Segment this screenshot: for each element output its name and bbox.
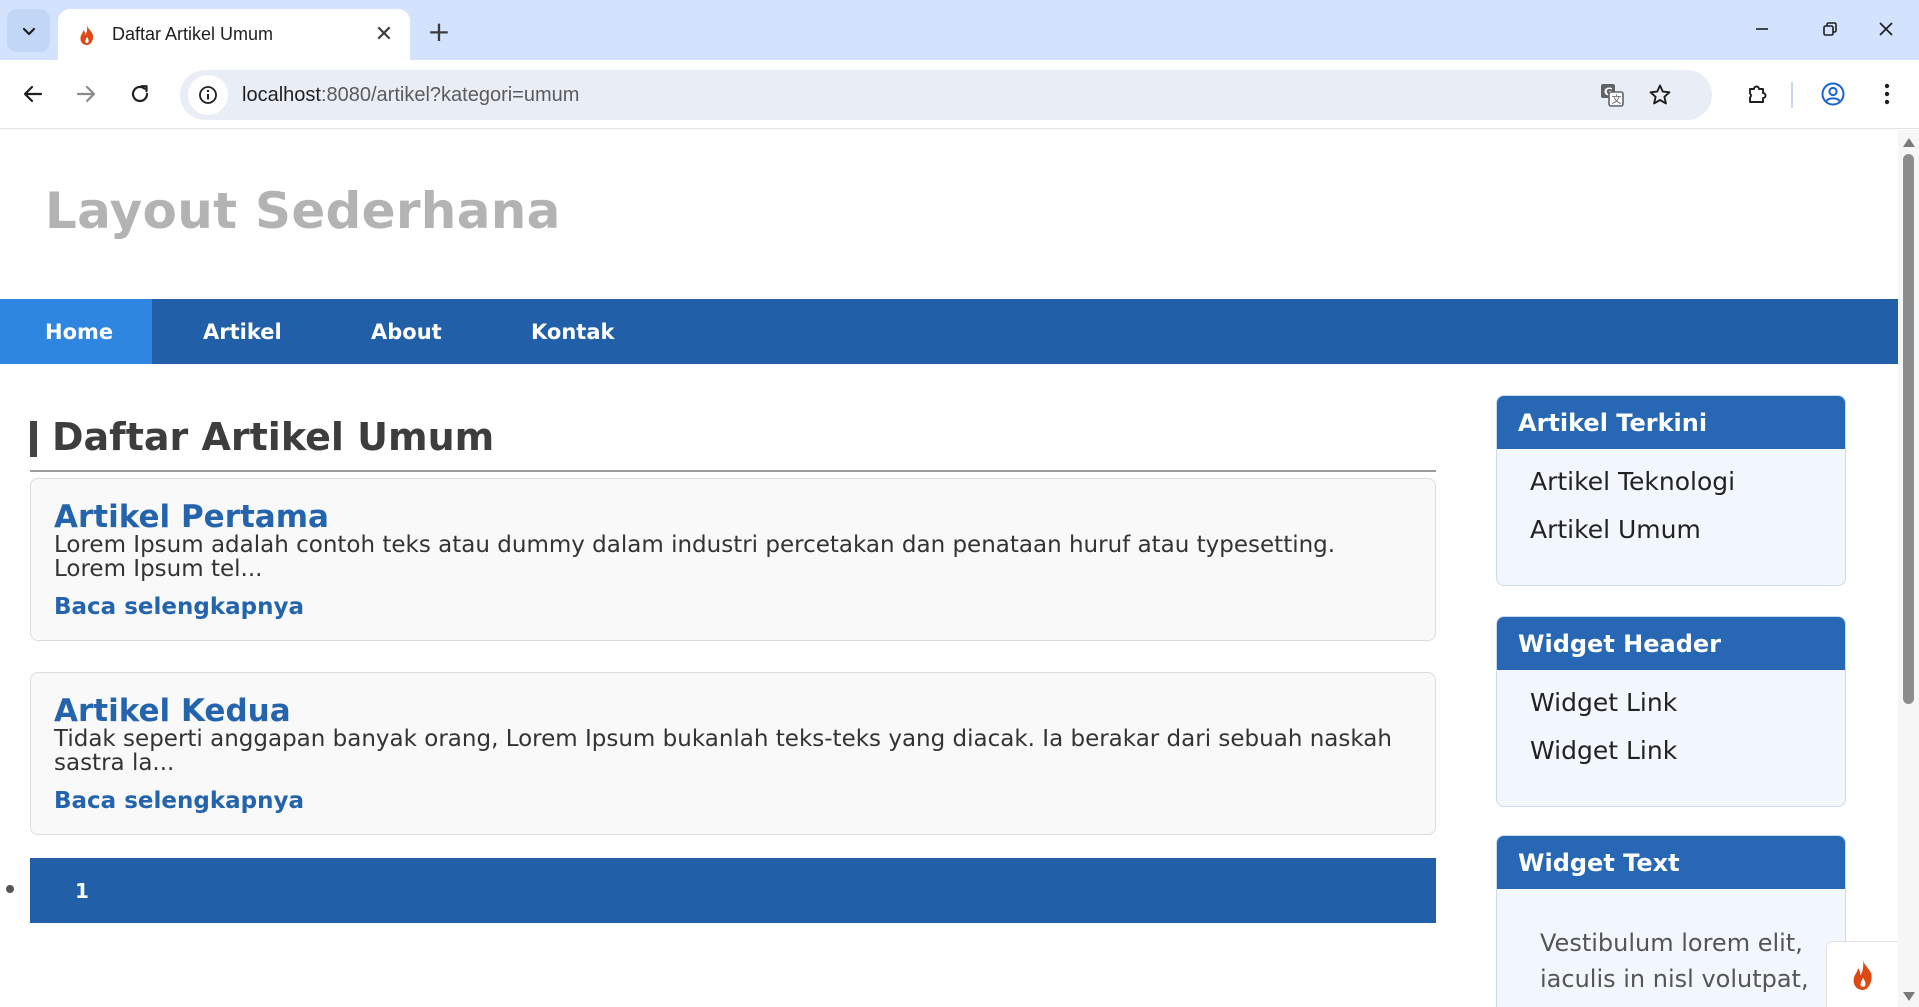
back-button[interactable] <box>13 74 53 114</box>
widget-link[interactable]: Widget Link <box>1497 678 1845 726</box>
pagination-page-1[interactable]: 1 <box>75 858 89 923</box>
forward-button[interactable] <box>66 74 106 114</box>
widget-link[interactable]: Artikel Teknologi <box>1497 457 1845 505</box>
arrow-right-icon <box>76 85 96 103</box>
bookmark-star-button[interactable] <box>1640 75 1680 115</box>
reload-icon <box>131 85 149 103</box>
extensions-button[interactable] <box>1738 74 1778 114</box>
close-window-button[interactable] <box>1858 8 1914 50</box>
scroll-down-arrow-icon[interactable] <box>1903 992 1915 1001</box>
restore-button[interactable] <box>1802 8 1858 50</box>
main-navigation: Home Artikel About Kontak <box>0 299 1898 364</box>
reload-button[interactable] <box>120 74 160 114</box>
url-host: localhost <box>242 83 321 106</box>
browser-tab-active[interactable]: Daftar Artikel Umum ✕ <box>58 9 410 60</box>
heading-divider <box>30 470 1436 472</box>
puzzle-icon <box>1749 85 1767 103</box>
translate-button[interactable]: G文 <box>1592 75 1632 115</box>
widget-header: Widget Header Widget Link Widget Link <box>1496 616 1846 807</box>
article-card: Artikel Kedua Tidak seperti anggapan ban… <box>30 672 1436 835</box>
browser-toolbar: localhost:8080/artikel?kategori=umum G文 <box>0 60 1919 129</box>
tab-title: Daftar Artikel Umum <box>112 24 274 44</box>
chevron-down-icon <box>22 27 35 35</box>
widget-title: Artikel Terkini <box>1497 396 1845 449</box>
tab-close-icon[interactable]: ✕ <box>372 22 396 47</box>
widget-text-body: Vestibulum lorem elit, iaculis in nisl v… <box>1540 929 1809 993</box>
translate-icon: G文 <box>1601 84 1624 107</box>
article-excerpt: Lorem Ipsum adalah contoh teks atau dumm… <box>54 532 1336 582</box>
article-title[interactable]: Artikel Kedua <box>54 693 291 729</box>
tab-search-button[interactable] <box>7 9 50 52</box>
widget-title: Widget Text <box>1497 836 1845 889</box>
widget-artikel-terkini: Artikel Terkini Artikel Teknologi Artike… <box>1496 395 1846 586</box>
widget-title: Widget Header <box>1497 617 1845 670</box>
nav-item-home[interactable]: Home <box>0 299 152 364</box>
read-more-link[interactable]: Baca selengkapnya <box>54 788 304 814</box>
scrollbar-thumb[interactable] <box>1903 154 1914 704</box>
debug-toolbar-badge[interactable] <box>1826 941 1898 1007</box>
pagination-bar: 1 <box>30 858 1436 923</box>
url-path: :8080/artikel?kategori=umum <box>320 83 580 106</box>
heading-accent-bar <box>30 421 37 457</box>
flame-favicon-icon <box>76 24 98 46</box>
scroll-up-arrow-icon[interactable] <box>1903 138 1915 147</box>
url-text[interactable]: localhost:8080/artikel?kategori=umum <box>242 84 579 107</box>
restore-icon <box>1823 22 1837 36</box>
profile-button[interactable] <box>1813 74 1853 114</box>
widget-text: Widget Text Vestibulum lorem elit, iacul… <box>1496 835 1846 1007</box>
flame-icon <box>1853 959 1872 990</box>
more-vertical-icon <box>1884 83 1890 105</box>
browser-menu-button[interactable] <box>1867 74 1907 114</box>
minimize-icon <box>1756 28 1768 30</box>
toolbar-separator <box>1791 82 1793 108</box>
arrow-left-icon <box>23 85 43 103</box>
page-viewport: Layout Sederhana Home Artikel About Kont… <box>0 130 1898 1007</box>
star-icon <box>1649 84 1671 105</box>
read-more-link[interactable]: Baca selengkapnya <box>54 594 304 620</box>
page-scrollbar[interactable] <box>1898 130 1919 1007</box>
list-bullet <box>6 885 14 893</box>
info-icon <box>199 86 217 104</box>
browser-tabstrip: Daftar Artikel Umum ✕ + <box>0 0 1919 60</box>
site-info-button[interactable] <box>188 75 228 115</box>
account-circle-icon <box>1821 82 1845 106</box>
article-excerpt: Tidak seperti anggapan banyak orang, Lor… <box>54 726 1392 776</box>
minimize-button[interactable] <box>1734 8 1790 50</box>
close-icon <box>1879 22 1893 36</box>
svg-text:文: 文 <box>1612 93 1622 106</box>
widget-link[interactable]: Artikel Umum <box>1497 505 1845 553</box>
nav-item-about[interactable]: About <box>310 299 475 364</box>
article-card: Artikel Pertama Lorem Ipsum adalah conto… <box>30 478 1436 641</box>
new-tab-button[interactable]: + <box>422 14 456 48</box>
nav-item-artikel[interactable]: Artikel <box>152 299 310 364</box>
nav-item-kontak[interactable]: Kontak <box>475 299 635 364</box>
page-heading: Daftar Artikel Umum <box>52 415 495 459</box>
widget-link[interactable]: Widget Link <box>1497 726 1845 774</box>
address-bar[interactable]: localhost:8080/artikel?kategori=umum G文 <box>180 70 1712 120</box>
article-title[interactable]: Artikel Pertama <box>54 499 329 535</box>
site-title: Layout Sederhana <box>45 182 561 240</box>
